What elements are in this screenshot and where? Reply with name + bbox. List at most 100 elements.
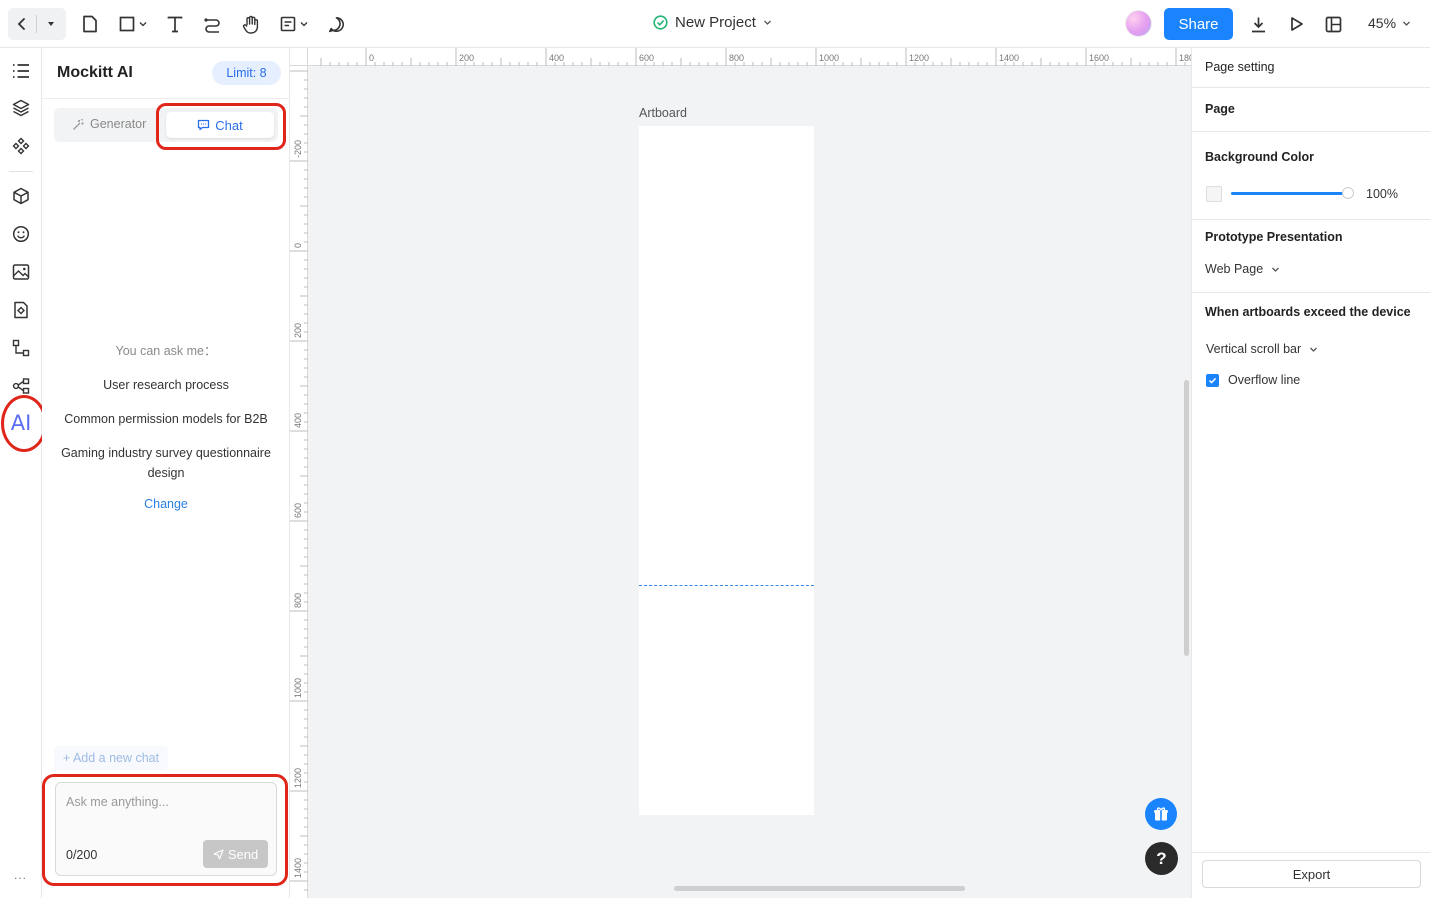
divider	[1192, 131, 1430, 132]
design-canvas[interactable]: 0 200 400 600 800 1000 1200 1400 1600 180 -200 0 20…	[290, 48, 1191, 898]
user-avatar[interactable]	[1125, 10, 1152, 37]
tab-generator[interactable]: Generator	[72, 117, 146, 131]
image-icon	[12, 264, 30, 280]
ruler-label: 1200	[293, 767, 303, 788]
smiley-icon	[12, 225, 30, 243]
export-button[interactable]: Export	[1202, 860, 1421, 888]
hand-tool-button[interactable]	[240, 10, 262, 38]
overflow-line-checkbox[interactable]	[1206, 374, 1219, 387]
add-new-chat-button[interactable]: + Add a new chat	[54, 746, 168, 770]
ruler-label: 1400	[999, 53, 1020, 63]
rail-more-button[interactable]: ...	[14, 868, 27, 882]
divider	[9, 171, 33, 172]
rail-templates-button[interactable]	[11, 300, 31, 320]
caret-down-icon	[48, 22, 54, 26]
change-suggestions-link[interactable]: Change	[42, 497, 290, 511]
ruler-label: 800	[293, 592, 303, 608]
ruler-label: 1000	[293, 677, 303, 698]
opacity-slider-track[interactable]	[1231, 192, 1343, 195]
back-button[interactable]	[8, 17, 36, 31]
rail-icons-button[interactable]	[11, 224, 31, 244]
hand-icon	[242, 15, 259, 34]
divider	[1192, 87, 1430, 88]
rail-images-button[interactable]	[11, 262, 31, 282]
ruler-label: 1200	[909, 53, 930, 63]
chevron-down-icon	[1403, 21, 1410, 26]
rail-assets-button[interactable]	[11, 186, 31, 206]
ruler-corner	[290, 48, 308, 66]
top-toolbar: New Project Share 45%	[0, 0, 1430, 48]
highlight-ring	[156, 103, 286, 150]
ruler-label: 180	[1179, 53, 1191, 63]
overflow-line	[639, 585, 814, 586]
page-tool-button[interactable]	[80, 10, 100, 38]
artboard-label[interactable]: Artboard	[639, 106, 687, 120]
download-icon	[1251, 17, 1265, 32]
ruler-label: 400	[293, 412, 303, 428]
ruler-label: 800	[729, 53, 745, 63]
layers-icon	[12, 99, 30, 117]
chevron-left-icon	[17, 18, 25, 30]
rectangle-icon	[119, 16, 135, 32]
chevron-down-icon	[763, 20, 771, 25]
ruler-label: 1600	[1089, 53, 1110, 63]
template-icon	[14, 301, 28, 319]
vertical-scrollbar[interactable]	[1184, 380, 1189, 656]
layout-toggle-button[interactable]	[1323, 10, 1343, 38]
divider	[1192, 852, 1430, 853]
rail-flow-button[interactable]	[11, 338, 31, 358]
ai-panel: Mockitt AI Limit: 8 Generator Chat You c…	[42, 48, 290, 898]
rail-share-flow-button[interactable]	[11, 376, 31, 396]
widget-tool-button[interactable]	[276, 10, 312, 38]
project-title-dropdown[interactable]: New Project	[653, 14, 772, 31]
text-tool-button[interactable]	[165, 10, 185, 38]
suggestion-item[interactable]: User research process	[42, 375, 290, 395]
gift-button[interactable]	[1145, 798, 1177, 830]
divider	[1192, 292, 1430, 293]
rail-outline-button[interactable]	[11, 61, 31, 81]
suggestion-item[interactable]: Common permission models for B2B	[42, 409, 290, 429]
limit-badge: Limit: 8	[212, 61, 281, 85]
rail-layers-button[interactable]	[11, 98, 31, 118]
shape-tool-button[interactable]	[115, 10, 151, 38]
download-button[interactable]	[1248, 10, 1268, 38]
ruler-label: 200	[459, 53, 475, 63]
overflow-line-label[interactable]: Overflow line	[1228, 373, 1300, 387]
help-button[interactable]: ?	[1145, 842, 1178, 875]
ruler-label: -200	[293, 139, 303, 158]
ruler-label: 600	[293, 502, 303, 518]
components-icon	[12, 137, 30, 155]
horizontal-scrollbar[interactable]	[674, 886, 965, 891]
checkmark-icon	[1208, 377, 1217, 384]
background-color-swatch[interactable]	[1206, 186, 1222, 202]
ruler-label: 600	[639, 53, 655, 63]
back-menu-group	[8, 8, 66, 40]
nodes-icon	[12, 378, 30, 394]
preview-play-button[interactable]	[1286, 10, 1306, 38]
section-title-background: Background Color	[1205, 150, 1315, 164]
opacity-slider-handle[interactable]	[1342, 187, 1354, 199]
menu-dropdown-button[interactable]	[37, 19, 65, 29]
share-button[interactable]: Share	[1164, 8, 1233, 40]
ruler-label: 1400	[293, 857, 303, 878]
dropdown-value: Web Page	[1205, 262, 1264, 276]
list-icon	[13, 64, 29, 78]
zoom-dropdown[interactable]: 45%	[1368, 15, 1411, 31]
exceed-behavior-dropdown[interactable]: Vertical scroll bar	[1206, 342, 1318, 356]
dropdown-value: Vertical scroll bar	[1206, 342, 1302, 356]
prototype-presentation-dropdown[interactable]: Web Page	[1205, 262, 1280, 276]
suggestion-item[interactable]: Gaming industry survey questionnaire des…	[42, 443, 290, 483]
horizontal-ruler: 0 200 400 600 800 1000 1200 1400 1600 180	[308, 48, 1191, 66]
ruler-label: 200	[293, 322, 303, 338]
rail-components-button[interactable]	[11, 136, 31, 156]
saved-check-icon	[653, 15, 668, 30]
page-settings-panel: Page setting Page Background Color 100% …	[1191, 48, 1430, 898]
artboard[interactable]	[639, 126, 814, 815]
page-icon	[83, 15, 97, 33]
connector-tool-button[interactable]	[202, 10, 222, 38]
section-title-exceed: When artboards exceed the device	[1205, 305, 1411, 319]
tab-label: Generator	[90, 117, 147, 131]
opacity-value[interactable]: 100%	[1366, 187, 1398, 201]
comment-tool-button[interactable]	[326, 10, 346, 38]
highlight-ring	[42, 774, 288, 886]
